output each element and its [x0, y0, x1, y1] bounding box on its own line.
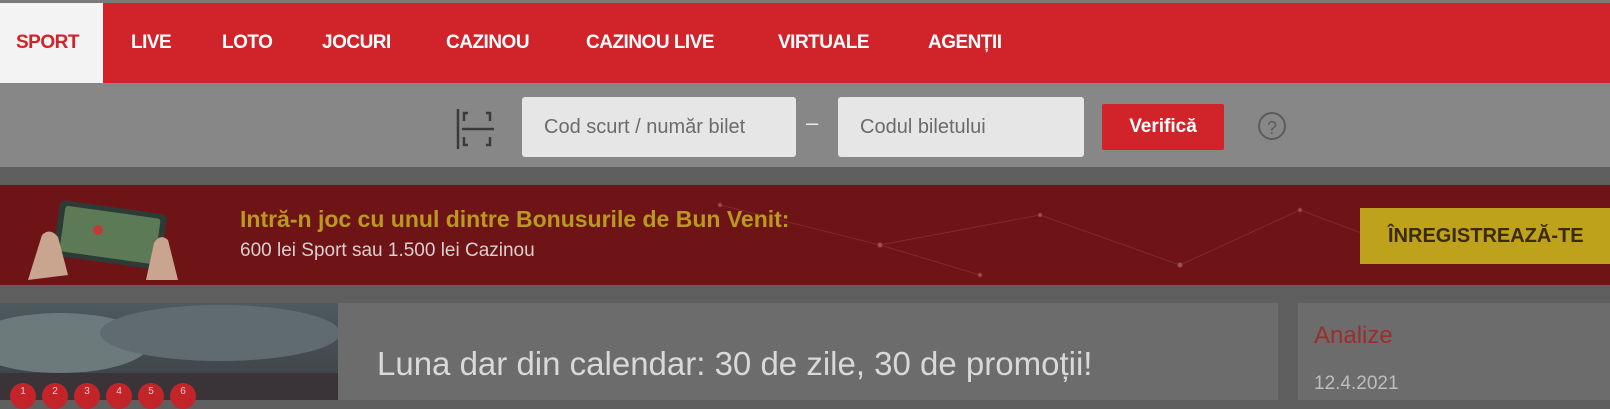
- promo-number-ball: 4: [106, 383, 132, 409]
- nav-item-cazinou-live[interactable]: CAZINOU LIVE: [586, 3, 715, 83]
- nav-item-loto[interactable]: LOTO: [222, 3, 273, 83]
- nav-item-virtuale[interactable]: VIRTUALE: [778, 3, 870, 83]
- promo-number-ball: 3: [74, 383, 100, 409]
- ticket-check-bar: [0, 83, 1610, 167]
- phone-in-hands-image: [28, 200, 178, 280]
- nav-item-live[interactable]: LIVE: [131, 3, 172, 83]
- analysis-date: 12.4.2021: [1314, 373, 1399, 394]
- promo-number-ball: 1: [10, 383, 36, 409]
- nav-item-jocuri[interactable]: JOCURI: [322, 3, 391, 83]
- verify-button[interactable]: Verifică: [1102, 104, 1224, 150]
- banner-title: Intră-n joc cu unul dintre Bonusurile de…: [240, 206, 790, 232]
- nav-item-sport[interactable]: SPORT: [0, 3, 103, 83]
- promo-number-ball: 5: [138, 383, 164, 409]
- barcode-scan-icon[interactable]: [456, 109, 498, 149]
- field-separator: –: [806, 110, 819, 135]
- article-title[interactable]: Luna dar din calendar: 30 de zile, 30 de…: [377, 345, 1092, 383]
- register-button[interactable]: ÎNREGISTREAZĂ-TE: [1360, 208, 1610, 264]
- analysis-title[interactable]: Analize: [1314, 322, 1393, 350]
- short-code-input[interactable]: Cod scurt / număr bilet: [522, 97, 796, 157]
- question-circle-icon[interactable]: ?: [1258, 112, 1286, 140]
- promo-number-ball: 2: [42, 383, 68, 409]
- welcome-bonus-banner: Intră-n joc cu unul dintre Bonusurile de…: [0, 185, 1610, 285]
- ticket-code-input[interactable]: Codul biletului: [838, 97, 1084, 157]
- main-nav: SPORT LIVE LOTO JOCURI CAZINOU CAZINOU L…: [0, 3, 1610, 83]
- promo-number-ball: 6: [170, 383, 196, 409]
- nav-item-agentii[interactable]: AGENȚII: [928, 3, 1002, 83]
- banner-subtitle: 600 lei Sport sau 1.500 lei Cazinou: [240, 240, 535, 261]
- nav-item-cazinou[interactable]: CAZINOU: [446, 3, 530, 83]
